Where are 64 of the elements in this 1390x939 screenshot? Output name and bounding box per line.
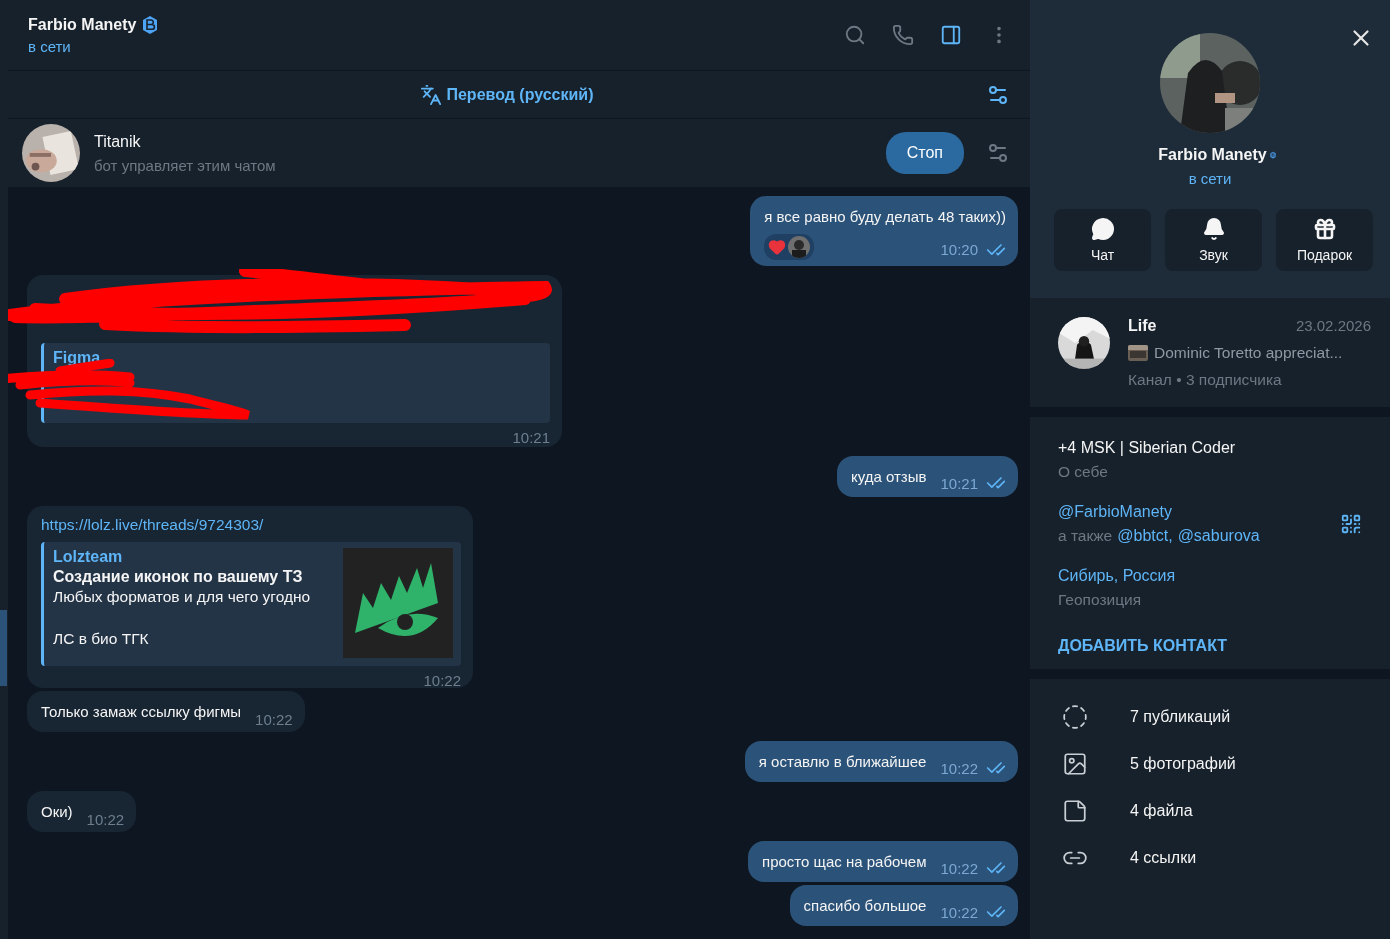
preview-site: Lolzteam (53, 548, 124, 566)
message-text: Только замаж ссылку фигмы (41, 702, 242, 722)
also-label: а также (1058, 527, 1113, 545)
action-button[interactable]: Подарок (1276, 209, 1373, 271)
channel-preview: Dominic Toretto appreciat... (1154, 344, 1343, 362)
media-row[interactable]: 4 ссылки (1030, 834, 1390, 881)
message-text: спасибо большое (803, 896, 927, 916)
message-text: я все равно буду делать 48 таких)) (764, 208, 1006, 225)
stop-button[interactable]: Стоп (885, 132, 964, 174)
message-text: Оки) (41, 802, 73, 822)
gift-icon (1312, 217, 1337, 241)
translate-button[interactable]: Перевод (русский) (28, 82, 986, 107)
chat-status: в сети (28, 37, 72, 55)
media-row[interactable]: 4 файла (1030, 787, 1390, 834)
message-text: просто щас на рабочем (762, 852, 927, 872)
translate-icon (420, 83, 443, 106)
message-time: 10:22 (255, 711, 293, 728)
username-link[interactable]: @saburova (1177, 527, 1260, 545)
message-text: куда отзыв (850, 467, 927, 487)
location-label: Геопозиция (1058, 591, 1143, 609)
message-time: 10:22 (423, 672, 461, 689)
message-text: я оставлю в ближайшее (758, 752, 927, 772)
message-time: 10:22 (86, 811, 125, 828)
phone-icon[interactable] (892, 24, 914, 46)
reaction-chip[interactable] (764, 234, 815, 260)
bell-icon (1201, 217, 1226, 241)
profile-name: Farbio Manety (1158, 146, 1267, 164)
preview-title: Создание иконок по вашему ТЗ (53, 568, 304, 586)
dashed-circle-icon (1062, 703, 1088, 730)
badge-icon (142, 15, 159, 34)
bot-name: Titanik (94, 132, 142, 151)
heart-icon (768, 238, 787, 256)
message-link[interactable]: https://lolz.live/threads/9724303/ (41, 516, 264, 533)
chat-icon (1090, 217, 1115, 241)
bio-text: +4 MSK | Siberian Coder (1058, 439, 1237, 457)
side-panel-icon[interactable] (940, 24, 962, 46)
media-row[interactable]: 5 фотографий (1030, 740, 1390, 787)
file-icon (1062, 797, 1088, 824)
chat-title: Farbio Manety (28, 15, 137, 34)
message-time: 10:21 (512, 429, 550, 446)
username-link[interactable]: @bbtct, (1117, 527, 1173, 545)
image-icon (1062, 750, 1088, 777)
message-time: 10:20 (940, 241, 978, 258)
search-icon[interactable] (844, 24, 866, 46)
preview-description: Любых форматов и для чего угодно (53, 588, 311, 606)
bot-subtitle: бот управляет этим чатом (94, 156, 277, 174)
channel-name: Life (1128, 317, 1157, 335)
location-text[interactable]: Сибирь, Россия (1058, 567, 1362, 585)
action-button[interactable]: Звук (1165, 209, 1262, 271)
preview-description: ЛС в био ТГК (53, 630, 150, 648)
message-time: 10:22 (940, 759, 978, 777)
bio-label: О себе (1058, 463, 1109, 481)
username-link[interactable]: @FarbioManety (1058, 503, 1260, 521)
message-time: 10:21 (940, 474, 978, 492)
qr-code-icon[interactable] (1340, 513, 1362, 535)
message-time: 10:22 (940, 859, 978, 877)
profile-status: в сети (1188, 170, 1232, 187)
action-button[interactable]: Чат (1054, 209, 1151, 271)
settings-icon[interactable] (986, 141, 1010, 165)
add-contact-button[interactable]: ДОБАВИТЬ КОНТАКТ (1058, 637, 1228, 655)
media-row[interactable]: 7 публикаций (1030, 693, 1390, 740)
channel-meta: Канал • 3 подписчика (1128, 371, 1283, 389)
channel-date: 23.02.2026 (1295, 317, 1371, 335)
message-time: 10:22 (940, 903, 978, 921)
